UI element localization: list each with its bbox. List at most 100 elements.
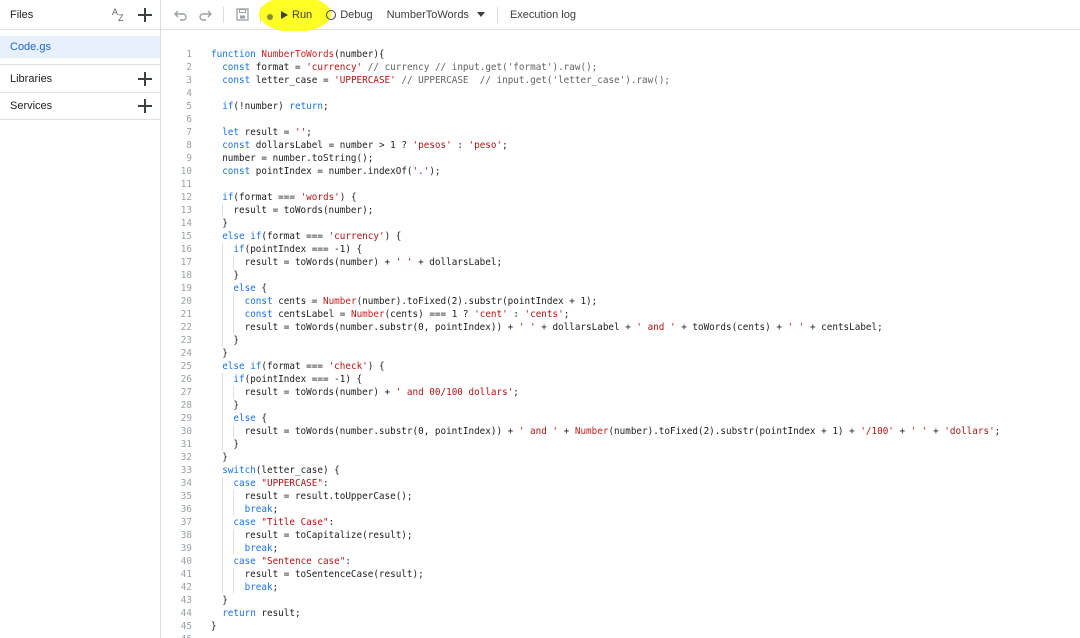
line-text: }	[211, 334, 239, 347]
code-line: 10 const pointIndex = number.indexOf('.'…	[161, 165, 1080, 178]
code-editor[interactable]: 1 function NumberToWords(number){2 const …	[161, 31, 1080, 638]
editor-toolbar: Run Debug NumberToWords Execution log	[161, 0, 1080, 32]
indent-guide	[222, 412, 224, 425]
line-number: 8	[186, 140, 192, 151]
indent-guide	[222, 386, 224, 399]
line-text: break;	[192, 542, 278, 555]
line-text: }	[211, 348, 228, 359]
code-line: 6	[161, 113, 1080, 126]
code-line: 21 const centsLabel = Number(cents) === …	[161, 308, 1080, 321]
indent-guide	[222, 581, 224, 594]
line-text: result = result.toUpperCase();	[211, 490, 413, 503]
code-line: 37 case "Title Case":	[161, 516, 1080, 529]
indent-guide	[233, 529, 235, 542]
line-number: 40	[180, 556, 192, 567]
code-line: 2 const format = 'currency' // currency …	[161, 61, 1080, 74]
code-line: 45}	[161, 620, 1080, 633]
sort-az-icon[interactable]: A Z	[112, 7, 128, 23]
add-file-plus-icon[interactable]	[138, 7, 152, 22]
line-text: if(pointIndex === -1) {	[192, 243, 362, 256]
code-line: 8 const dollarsLabel = number > 1 ? 'pes…	[161, 139, 1080, 152]
line-number: 9	[186, 153, 192, 164]
code-line: 9 number = number.toString();	[161, 152, 1080, 165]
file-item-code-gs[interactable]: Code.gs	[0, 36, 160, 58]
line-number: 3	[186, 75, 192, 86]
line-text: break;	[192, 503, 278, 516]
execution-log-button[interactable]: Execution log	[504, 3, 582, 27]
save-icon[interactable]	[230, 3, 254, 27]
line-text	[192, 633, 211, 638]
line-number: 34	[180, 478, 192, 489]
line-text: let result = '';	[222, 127, 312, 138]
code-line: 31 }	[161, 438, 1080, 451]
line-text: const pointIndex = number.indexOf('.');	[222, 166, 441, 177]
code-line: 20 const cents = Number(number).toFixed(…	[161, 295, 1080, 308]
indent-guide	[233, 425, 235, 438]
code-line: 13 result = toWords(number);	[161, 204, 1080, 217]
code-line: 26 if(pointIndex === -1) {	[161, 373, 1080, 386]
undo-arrow-svg	[174, 10, 187, 21]
code-line: 16 if(pointIndex === -1) {	[161, 243, 1080, 256]
line-number: 22	[180, 322, 192, 333]
code-line: 40 case "Sentence case":	[161, 555, 1080, 568]
indent-guide	[233, 308, 235, 321]
add-library-plus-icon[interactable]	[138, 71, 152, 86]
add-service-plus-icon[interactable]	[138, 99, 152, 113]
line-text: switch(letter_case) {	[222, 465, 340, 476]
indent-guide	[233, 581, 235, 594]
services-section[interactable]: Services	[0, 92, 160, 120]
indent-guide	[222, 256, 224, 269]
line-text: const letter_case = 'UPPERCASE' // UPPER…	[222, 75, 671, 86]
line-text: function NumberToWords(number){	[211, 49, 385, 60]
line-text: result = toWords(number);	[211, 204, 374, 217]
indent-guide	[233, 542, 235, 555]
line-text: case "Title Case":	[192, 516, 334, 529]
line-number: 7	[186, 127, 192, 138]
debug-button[interactable]: Debug	[320, 3, 378, 27]
save-floppy-svg	[235, 8, 249, 21]
indent-guide	[222, 295, 224, 308]
indent-guide	[222, 399, 224, 412]
line-number: 39	[180, 543, 192, 554]
libraries-section[interactable]: Libraries	[0, 64, 160, 92]
line-text: }	[211, 399, 239, 412]
files-actions: A Z	[112, 7, 152, 23]
redo-icon[interactable]	[193, 3, 217, 27]
indent-guide	[222, 243, 224, 256]
code-line: 44 return result;	[161, 607, 1080, 620]
run-button[interactable]: Run	[275, 3, 318, 27]
mouse-cursor-icon	[267, 13, 273, 20]
line-number: 31	[180, 439, 192, 450]
indent-guide	[222, 334, 224, 347]
code-line: 39 break;	[161, 542, 1080, 555]
undo-icon[interactable]	[169, 3, 193, 27]
line-text	[192, 87, 211, 100]
line-text: else {	[192, 282, 267, 295]
line-text: case "Sentence case":	[192, 555, 351, 568]
code-line: 24 }	[161, 347, 1080, 360]
indent-guide	[222, 373, 224, 386]
line-text: }	[211, 452, 228, 463]
line-number: 6	[186, 114, 192, 125]
code-line: 32 }	[161, 451, 1080, 464]
line-number: 37	[180, 517, 192, 528]
debug-icon	[326, 9, 337, 20]
line-number: 20	[180, 296, 192, 307]
line-text: break;	[192, 581, 278, 594]
run-highlight-area: Run	[259, 0, 331, 32]
files-sidebar: Files A Z Code.gs Libraries Services	[0, 0, 161, 638]
line-text: result = toWords(number) + ' ' + dollars…	[211, 256, 503, 269]
line-text: }	[211, 269, 239, 282]
code-line: 18 }	[161, 269, 1080, 282]
line-text: }	[211, 595, 228, 606]
code-line: 33 switch(letter_case) {	[161, 464, 1080, 477]
line-number: 45	[180, 621, 192, 632]
indent-guide	[222, 529, 224, 542]
line-number: 43	[180, 595, 192, 606]
indent-guide	[222, 204, 224, 217]
indent-guide	[233, 490, 235, 503]
code-line: 5 if(!number) return;	[161, 100, 1080, 113]
function-selector-dropdown[interactable]: NumberToWords	[381, 3, 491, 27]
indent-guide	[233, 568, 235, 581]
line-number: 42	[180, 582, 192, 593]
